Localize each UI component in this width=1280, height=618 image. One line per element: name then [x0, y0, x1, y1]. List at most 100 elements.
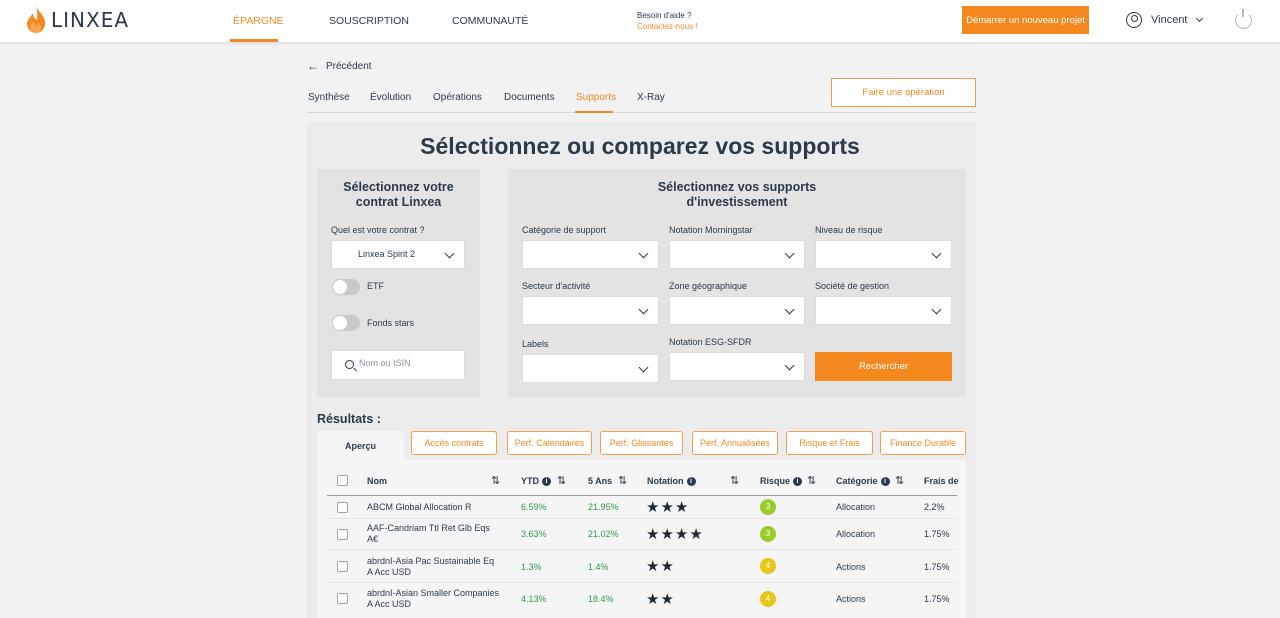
brand-logo[interactable]: LINXEA [25, 6, 129, 34]
filter-select-labels[interactable] [522, 354, 659, 383]
chevron-down-icon [638, 248, 649, 259]
filter-label-categorie: Catégorie de support [522, 225, 607, 235]
sort-icon[interactable]: ⇅ [557, 474, 566, 487]
filter-select-societe[interactable] [815, 296, 952, 325]
column-header-notation[interactable]: Notation i [647, 476, 696, 486]
back-label: Précédent [326, 60, 372, 72]
fund-name-line2: A€ [367, 534, 379, 544]
filter-select-categorie[interactable] [522, 240, 659, 269]
tab-documents[interactable]: Documents [504, 92, 555, 103]
search-icon [345, 360, 354, 369]
fund-name-line2: A Acc USD [367, 567, 412, 577]
contact-link[interactable]: Contactez-nous ! [637, 21, 697, 32]
info-icon[interactable]: i [793, 476, 803, 486]
fund-name[interactable]: AAF-Candriam Ttl Ret Glb Eqs A€ [367, 523, 490, 545]
column-header-frais[interactable]: Frais de [924, 476, 959, 486]
fund-search-input[interactable] [359, 358, 459, 368]
search-button[interactable]: Rechercher [815, 352, 952, 381]
column-header-5ans[interactable]: 5 Ans [588, 476, 612, 486]
chevron-down-icon [444, 248, 455, 259]
tab-operations[interactable]: Opérations [433, 92, 482, 103]
info-icon[interactable]: i [880, 476, 890, 486]
fund-fees: 1.75% [924, 594, 950, 604]
fund-name-line1: AAF-Candriam Ttl Ret Glb Eqs [367, 523, 490, 533]
results-tab-perf-glissantes[interactable]: Perf. Glissantes [600, 431, 683, 455]
sort-icon[interactable]: ⇅ [618, 474, 627, 487]
fund-5ans: 21.95% [588, 502, 619, 512]
tab-supports[interactable]: Supports [576, 92, 616, 103]
user-account-icon [1126, 12, 1142, 28]
results-tab-risque-frais[interactable]: Risque et Frais [786, 431, 873, 455]
info-icon[interactable]: i [542, 476, 551, 486]
user-name: Vincent [1151, 14, 1188, 26]
contract-select[interactable]: Linxea Spirit 2 [331, 240, 465, 269]
sort-icon[interactable]: ⇅ [895, 474, 904, 487]
row-checkbox[interactable] [337, 561, 348, 572]
fund-name[interactable]: abrdnI-Asian Smaller Companies A Acc USD [367, 588, 499, 610]
chevron-down-icon [638, 362, 649, 373]
results-tab-acces-contrats[interactable]: Accès contrats [411, 431, 497, 455]
table-header-divider [327, 495, 957, 496]
fund-fees: 1.75% [924, 562, 950, 572]
user-menu[interactable]: Vincent [1126, 12, 1203, 28]
results-title: Résultats : [317, 412, 381, 426]
contract-select-value: Linxea Spirit 2 [358, 249, 416, 259]
tab-evolution[interactable]: Évolution [370, 92, 411, 103]
chevron-down-icon [931, 248, 942, 259]
column-header-risque[interactable]: Risque i [760, 476, 803, 486]
filter-select-risque[interactable] [815, 240, 952, 269]
help-block: Besoin d'aide ? Contactez-nous ! [637, 10, 697, 32]
column-header-categorie[interactable]: Catégorie i [836, 476, 890, 486]
filter-select-morningstar[interactable] [669, 240, 805, 269]
row-checkbox[interactable] [337, 593, 348, 604]
column-header-ytd[interactable]: YTD i [521, 476, 551, 486]
fonds-stars-toggle[interactable] [332, 315, 360, 331]
new-project-button[interactable]: Démarrer un nouveau projet [962, 6, 1089, 34]
morningstar-stars: ★★ [646, 558, 675, 575]
back-link[interactable]: ← Précédent [307, 59, 372, 73]
fund-ytd: 6.59% [521, 502, 547, 512]
sort-icon[interactable]: ⇅ [730, 474, 739, 487]
select-all-checkbox[interactable] [337, 475, 348, 486]
page-title: Sélectionnez ou comparez vos supports [420, 133, 860, 159]
fund-name[interactable]: ABCM Global Allocation R [367, 502, 472, 513]
chevron-down-icon [638, 304, 649, 315]
nav-souscription[interactable]: SOUSCRIPTION [329, 15, 409, 27]
sort-icon[interactable]: ⇅ [491, 474, 500, 487]
nav-communaute[interactable]: COMMUNAUTÉ [452, 15, 528, 27]
power-logout-icon[interactable] [1235, 9, 1252, 29]
results-tab-perf-calendaires[interactable]: Perf. Calendaires [507, 431, 592, 455]
results-tab-apercu[interactable]: Aperçu [317, 431, 404, 460]
fund-name[interactable]: abrdnI-Asia Pac Sustainable Eq A Acc USD [367, 556, 494, 578]
fund-name-line1: abrdnI-Asian Smaller Companies [367, 588, 500, 598]
fund-fees: 2.2% [924, 502, 945, 512]
filter-select-zone[interactable] [669, 296, 805, 325]
info-icon[interactable]: i [686, 476, 696, 486]
top-navigation-bar: LINXEA ÉPARGNE SOUSCRIPTION COMMUNAUTÉ B… [0, 0, 1280, 42]
row-checkbox[interactable] [337, 502, 348, 513]
filter-select-secteur[interactable] [522, 296, 659, 325]
etf-toggle[interactable] [332, 279, 360, 295]
column-header-ytd-label: YTD [521, 476, 539, 486]
etf-toggle-label: ETF [367, 281, 384, 291]
column-header-nom[interactable]: Nom [367, 476, 387, 486]
active-nav-underline [230, 39, 278, 42]
flame-logo-icon [27, 7, 45, 33]
fund-ytd: 1.3% [521, 562, 542, 572]
column-header-risque-label: Risque [760, 476, 791, 486]
contract-panel-title-line1: Sélectionnez votre [343, 180, 454, 194]
tab-synthese[interactable]: Synthèse [308, 92, 350, 103]
chevron-down-icon [784, 304, 795, 315]
tab-xray[interactable]: X-Ray [637, 92, 665, 103]
results-tab-perf-annualisees[interactable]: Perf. Annualisées [692, 431, 778, 455]
risk-badge: 4 [760, 558, 776, 574]
fund-5ans: 18.4% [588, 594, 614, 604]
filter-select-esg[interactable] [669, 352, 805, 381]
nav-epargne[interactable]: ÉPARGNE [233, 15, 284, 27]
row-checkbox[interactable] [337, 529, 348, 540]
morningstar-stars: ★★ [646, 591, 675, 608]
sort-icon[interactable]: ⇅ [807, 474, 816, 487]
make-operation-button[interactable]: Faire une opération [831, 78, 976, 107]
results-tab-finance-durable[interactable]: Finance Durable [880, 431, 966, 455]
fund-search-box [331, 350, 465, 380]
